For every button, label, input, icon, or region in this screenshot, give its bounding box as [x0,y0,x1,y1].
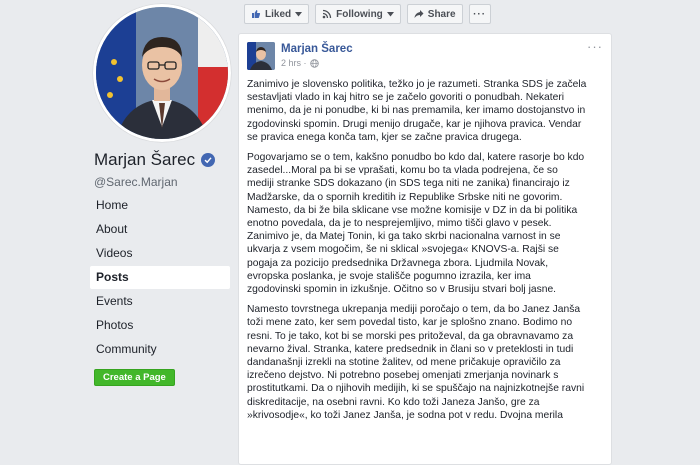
page-nav: Home About Videos Posts Events Photos Co… [90,194,230,362]
post-line: mediji stranke SDS dokazano (in SDS tega… [247,178,570,190]
author-avatar-illustration [247,42,275,70]
verified-badge-icon [201,153,216,167]
post-line: toži mene zato, ker sem povedal tisto, k… [247,317,573,329]
nav-item-posts[interactable]: Posts [90,266,230,289]
liked-button-label: Liked [265,8,292,20]
nav-item-photos[interactable]: Photos [90,314,230,337]
post-author-avatar[interactable] [247,42,275,70]
post-line: Namesto tovrstnega ukrepanja mediji poro… [247,304,581,316]
post-line: ukvarja z vsem mogočim, še ni sklical »s… [247,244,559,256]
post-line: zasedel...Moral pa bi se vprašati, komu … [247,165,558,177]
left-column: Marjan Šarec @Sarec.Marjan Home About Vi… [0,0,232,447]
nav-item-videos[interactable]: Videos [90,242,230,265]
post-line: se pravica enega konča tam, kjer se začn… [247,131,522,143]
chevron-down-icon [295,11,303,16]
post-card: Marjan Šarec 2 hrs · ··· Zanimivo je slo… [238,33,612,465]
post-line: Zanimivo je, da Matej Tonin, ki ga tako … [247,231,561,243]
post-line: Madžarske, da o spornih kreditih iz Repu… [247,191,563,203]
post-line: nevarno žival. Stranka, katere predsedni… [247,343,574,355]
nav-item-community[interactable]: Community [90,338,230,361]
nav-item-home[interactable]: Home [90,194,230,217]
chevron-down-icon [386,11,394,16]
post-line: resni. To je tako, kot bi se morski pes … [247,330,574,342]
post-author-name[interactable]: Marjan Šarec [281,43,353,55]
post-body: Zanimivo je slovensko politika, težko jo… [247,78,609,429]
post-line: Zanimivo je slovensko politika, težko jo… [247,79,587,90]
post-line: Namesto, da bi že bila sklicane vse možn… [247,204,578,216]
share-button[interactable]: Share [406,4,463,24]
globe-icon [309,58,319,68]
post-line: dandanašnji izrekli na stotine žalitev, … [247,357,561,369]
post-meta: 2 hrs · [281,58,319,68]
post-line: evropska poslanka, je svoje stališče pog… [247,270,531,282]
post-line: izrečeno dejstvo. Ni potrebno posebej om… [247,370,559,382]
page-name[interactable]: Marjan Šarec [94,150,216,170]
post-timestamp[interactable]: 2 hrs · [281,58,307,68]
share-button-label: Share [427,8,456,20]
rss-icon [322,9,332,19]
page-action-bar: Liked Following Share ··· [244,4,491,24]
post-line: sestavljati vlado in kaj hitro se je zač… [247,92,565,104]
post-line: pogaja za pozicijo predsednika Državnega… [247,257,549,269]
profile-photo-illustration [96,7,228,139]
post-line: enotno povedala, da je to nesprejemljivo… [247,218,552,230]
post-line: prostitutkami. Da o njihovih medijih, ki… [247,383,585,395]
page-handle[interactable]: @Sarec.Marjan [94,175,178,189]
post-line: menimo, da je ni ponudbe, ki bi nas prem… [247,105,586,117]
post-paragraph-2: Pogovarjamo se o tem, kakšno ponudbo bo … [247,151,609,296]
share-arrow-icon [414,10,424,18]
post-paragraph-3: Namesto tovrstnega ukrepanja mediji poro… [247,303,609,422]
following-button[interactable]: Following [315,4,401,24]
post-line: zgodovinski spomin in izkušnje. Očitno s… [247,284,557,296]
nav-item-about[interactable]: About [90,218,230,241]
post-line: diskreditacije, na osebni ravni. Ko kdo … [247,396,540,408]
create-page-button[interactable]: Create a Page [94,369,175,386]
post-line: Pogovarjamo se o tem, kakšno ponudbo bo … [247,152,585,164]
nav-item-events[interactable]: Events [90,290,230,313]
thumbs-up-icon [252,10,261,18]
profile-picture[interactable] [93,4,231,142]
post-options-button[interactable]: ··· [587,39,603,54]
more-options-button[interactable]: ··· [468,4,491,24]
post-line: »krivosodje«, ko toži Janez Janša, je so… [247,409,563,421]
following-button-label: Following [336,8,383,20]
post-line: zgodovinski spomin. Drugi menijo drugače… [247,118,582,130]
liked-button[interactable]: Liked [244,4,310,24]
post-paragraph-1: Zanimivo je slovensko politika, težko jo… [247,78,609,144]
page-name-text[interactable]: Marjan Šarec [94,150,195,170]
